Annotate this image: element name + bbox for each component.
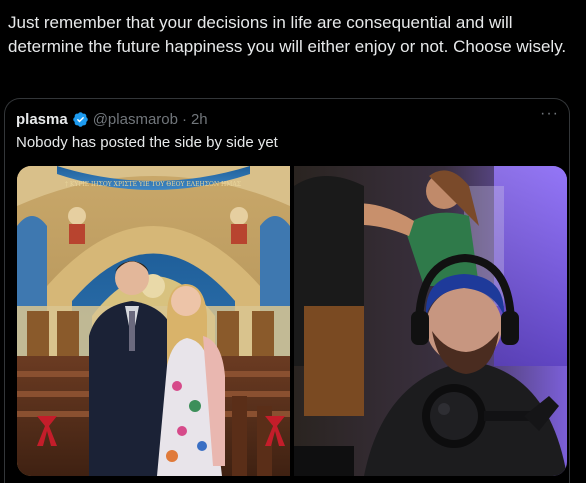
streamer-webcam-photo[interactable]	[294, 166, 567, 476]
media-grid[interactable]: † ΚΥΡΙΕ ΙΗΣΟΥ ΧΡΙΣΤΕ ΥΙΕ ΤΟΥ ΘΕΟΥ ΕΛΕΗΣΟ…	[17, 166, 567, 476]
post-timestamp[interactable]: 2h	[191, 111, 208, 128]
author-handle[interactable]: @plasmarob	[93, 111, 178, 128]
author-name[interactable]: plasma	[16, 111, 68, 128]
more-options-icon[interactable]: ···	[540, 105, 559, 123]
mosaic-inscription: † ΚΥΡΙΕ ΙΗΣΟΥ ΧΡΙΣΤΕ ΥΙΕ ΤΟΥ ΘΕΟΥ ΕΛΕΗΣΟ…	[65, 181, 241, 188]
quoted-post-text: Nobody has posted the side by side yet	[16, 134, 278, 151]
verified-badge-icon	[72, 111, 89, 128]
quoted-post[interactable]: plasma @plasmarob · 2h ··· Nobody has po…	[4, 98, 570, 483]
separator-dot: ·	[181, 110, 187, 128]
couple-in-church-photo[interactable]: † ΚΥΡΙΕ ΙΗΣΟΥ ΧΡΙΣΤΕ ΥΙΕ ΤΟΥ ΘΕΟΥ ΕΛΕΗΣΟ…	[17, 166, 290, 476]
post-text: Just remember that your decisions in lif…	[8, 13, 567, 56]
quoted-post-header: plasma @plasmarob · 2h	[16, 109, 208, 129]
